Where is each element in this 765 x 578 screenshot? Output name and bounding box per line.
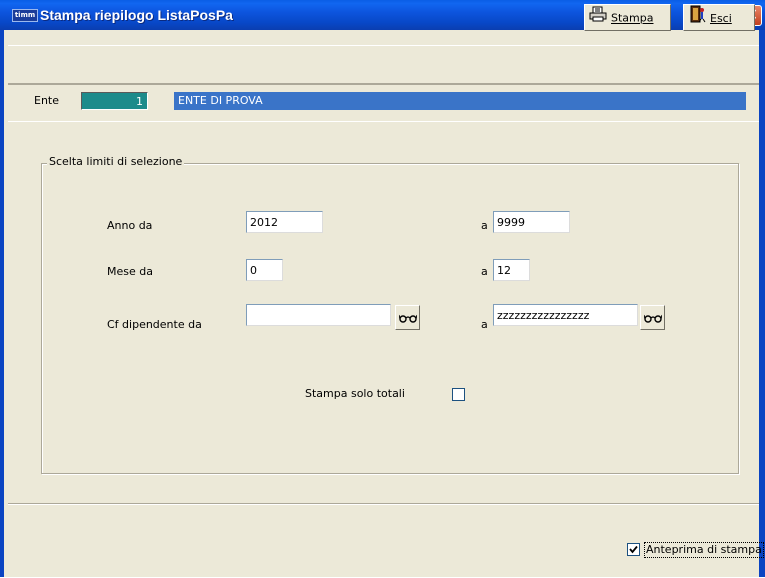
anno-da-input[interactable] bbox=[246, 211, 323, 233]
toolbar bbox=[8, 45, 759, 84]
window-frame-right bbox=[759, 30, 765, 577]
mese-a-label: a bbox=[481, 265, 488, 278]
mese-da-label: Mese da bbox=[107, 265, 153, 278]
anteprima-checkbox[interactable] bbox=[627, 543, 640, 556]
glasses-icon bbox=[644, 314, 662, 323]
ente-code-field[interactable]: 1 bbox=[81, 92, 148, 110]
cf-a-label: a bbox=[481, 318, 488, 331]
cf-a-input[interactable] bbox=[493, 304, 638, 326]
esci-label: Esci bbox=[710, 12, 732, 25]
application-window: timm Stampa riepilogo ListaPosPa ✕ Stamp… bbox=[0, 0, 765, 577]
anno-a-input[interactable] bbox=[493, 211, 570, 233]
anno-a-label: a bbox=[481, 219, 488, 232]
cf-da-lookup-button[interactable] bbox=[395, 305, 420, 330]
printer-icon bbox=[589, 6, 607, 31]
anteprima-label[interactable]: Anteprima di stampa bbox=[644, 542, 764, 558]
mese-da-input[interactable] bbox=[246, 259, 283, 281]
stampa-button[interactable]: Stampa bbox=[584, 4, 671, 31]
cf-da-input[interactable] bbox=[246, 304, 391, 326]
glasses-icon bbox=[399, 314, 417, 323]
anno-da-label: Anno da bbox=[107, 219, 153, 232]
status-bar bbox=[8, 503, 759, 578]
exit-door-icon bbox=[688, 5, 706, 32]
cf-dipendente-label: Cf dipendente da bbox=[107, 318, 202, 331]
window-title: Stampa riepilogo ListaPosPa bbox=[40, 7, 233, 23]
checkmark-icon bbox=[629, 545, 638, 554]
ente-name-field: ENTE DI PROVA bbox=[174, 92, 746, 110]
mese-a-input[interactable] bbox=[493, 259, 530, 281]
app-icon: timm bbox=[12, 9, 38, 22]
selection-group-title: Scelta limiti di selezione bbox=[47, 155, 185, 168]
stampa-solo-totali-checkbox[interactable] bbox=[452, 388, 465, 401]
cf-a-lookup-button[interactable] bbox=[640, 305, 665, 330]
stampa-label: Stampa bbox=[611, 11, 654, 25]
esci-button[interactable]: Esci bbox=[683, 4, 755, 31]
stampa-solo-totali-label: Stampa solo totali bbox=[305, 387, 405, 400]
ente-label: Ente bbox=[34, 94, 60, 107]
